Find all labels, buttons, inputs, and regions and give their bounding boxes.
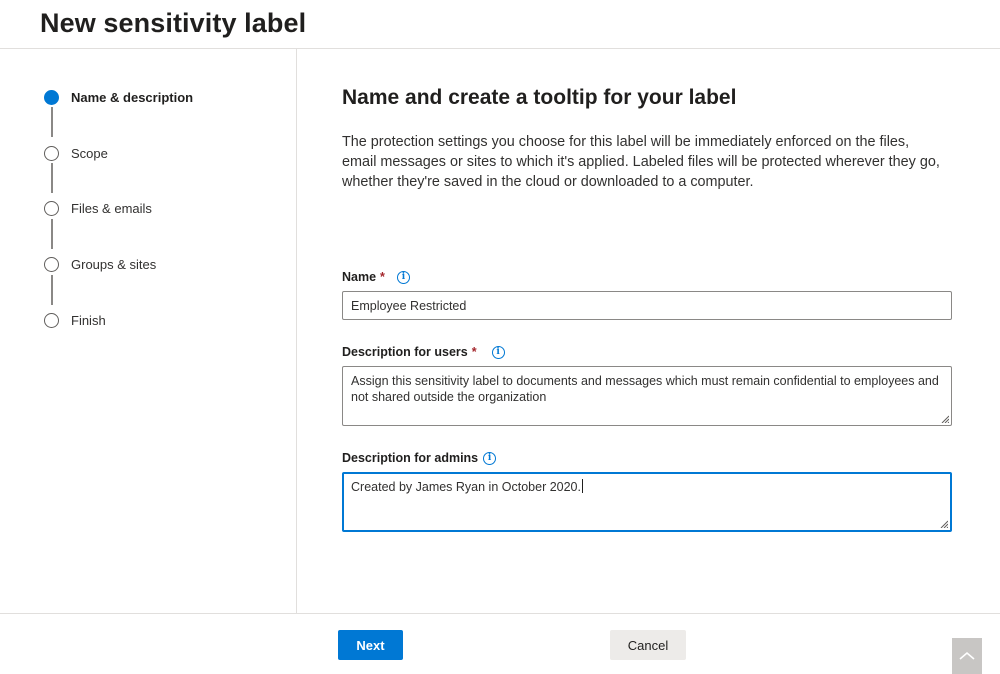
next-button[interactable]: Next [338, 630, 403, 660]
section-title: Name and create a tooltip for your label [342, 86, 737, 109]
resize-grip-icon[interactable] [941, 415, 949, 423]
step-dot-icon [44, 313, 59, 328]
step-finish[interactable]: Finish [44, 313, 106, 328]
name-label: Name * i [342, 270, 410, 284]
step-label: Files & emails [71, 201, 152, 216]
user-description-value: Assign this sensitivity label to documen… [351, 374, 939, 404]
step-label: Finish [71, 313, 106, 328]
cancel-button[interactable]: Cancel [610, 630, 686, 660]
name-input-value: Employee Restricted [351, 299, 467, 313]
step-connector [51, 219, 53, 249]
footer-bar: Next Cancel [0, 613, 1000, 674]
admin-description-label: Description for admins i [342, 451, 497, 465]
resize-grip-icon[interactable] [940, 520, 948, 528]
step-connector [51, 107, 53, 137]
step-active-dot-icon [44, 90, 59, 105]
page-title: New sensitivity label [40, 8, 307, 38]
step-name-description[interactable]: Name & description [44, 90, 193, 105]
step-label: Name & description [71, 90, 194, 105]
name-label-text: Name [342, 270, 377, 284]
step-label: Scope [71, 146, 108, 161]
admin-description-label-text: Description for admins [342, 451, 479, 465]
step-label: Groups & sites [71, 257, 157, 272]
user-description-textarea[interactable]: Assign this sensitivity label to documen… [342, 366, 952, 426]
step-files-emails[interactable]: Files & emails [44, 201, 152, 216]
step-connector [51, 163, 53, 193]
admin-description-value: Created by James Ryan in October 2020. [351, 480, 581, 494]
name-input[interactable]: Employee Restricted [342, 291, 952, 320]
step-connector [51, 275, 53, 305]
step-dot-icon [44, 146, 59, 161]
user-description-label: Description for users * i [342, 345, 505, 359]
intro-text: The protection settings you choose for t… [342, 134, 940, 190]
step-scope[interactable]: Scope [44, 146, 108, 161]
info-icon[interactable]: i [483, 451, 497, 465]
info-icon[interactable]: i [491, 345, 505, 359]
wizard-steps: Name & description Scope Files & emails … [0, 49, 297, 613]
scroll-to-top-button[interactable] [952, 638, 982, 674]
step-dot-icon [44, 257, 59, 272]
required-marker: * [471, 345, 477, 359]
required-marker: * [380, 270, 385, 284]
chevron-up-icon [959, 651, 975, 660]
page-header: New sensitivity label [0, 0, 1000, 49]
step-dot-icon [44, 201, 59, 216]
step-groups-sites[interactable]: Groups & sites [44, 257, 156, 272]
text-caret [581, 479, 583, 493]
admin-description-textarea[interactable]: Created by James Ryan in October 2020. [342, 472, 952, 532]
info-icon[interactable]: i [396, 270, 410, 284]
user-description-label-text: Description for users [342, 345, 468, 359]
